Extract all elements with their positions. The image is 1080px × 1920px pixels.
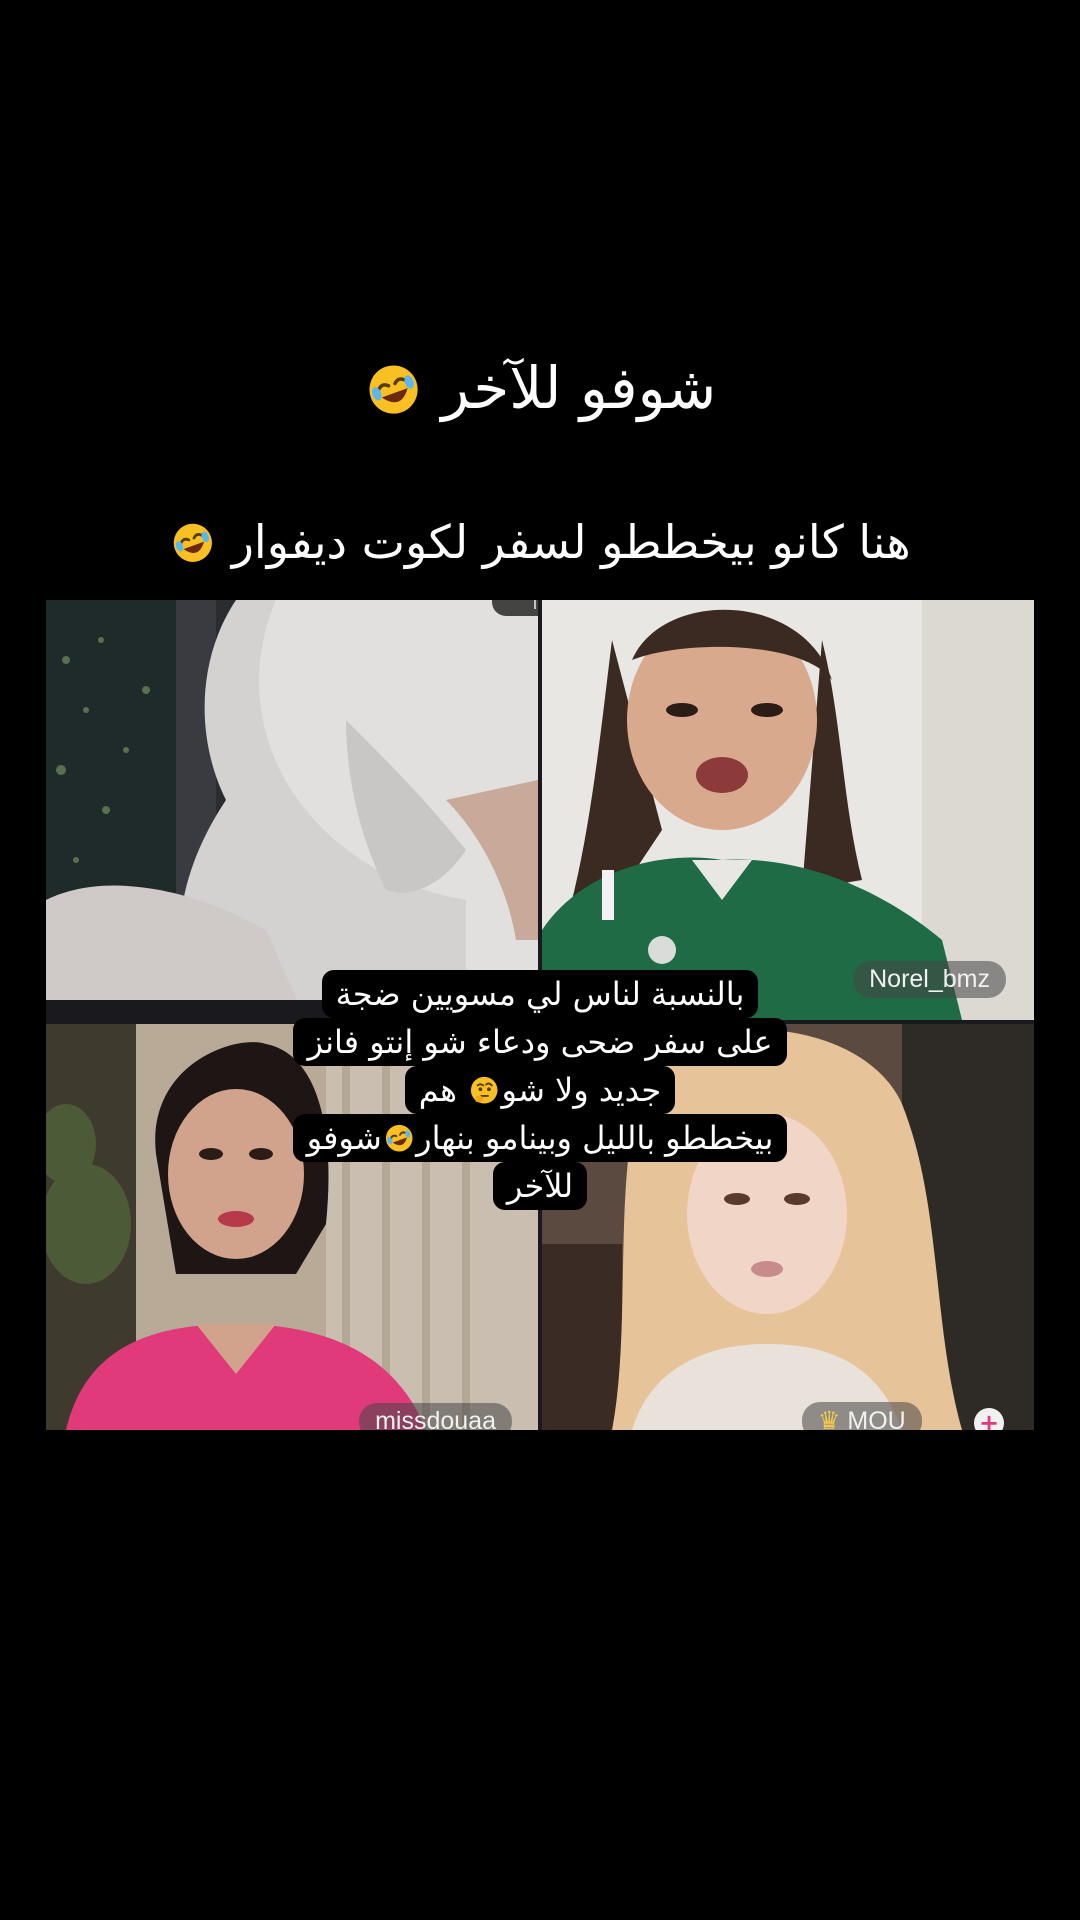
caption-line: بالنسبة لناس لي مسويين ضجة (321, 970, 759, 1018)
headline-text: شوفو للآخر (441, 354, 717, 422)
subhead: هنا كانو بيخططو لسفر لكوت ديفوار (0, 507, 1080, 577)
green-jersey-scene (542, 600, 1034, 1020)
caption-line: جديد ولا شو هم (404, 1066, 676, 1114)
caption-line-suffix: هم (418, 1071, 457, 1109)
add-icon[interactable]: + (974, 1408, 1004, 1430)
caption-line: على سفر ضحى ودعاء شو إنتو فانز (293, 1018, 787, 1066)
rolling-laughing-emoji-icon (174, 523, 213, 563)
participant-name-tag: Norel_bmz (853, 961, 1006, 998)
subhead-text: هنا كانو بيخططو لسفر لكوت ديفوار (231, 515, 911, 569)
participant-name: MOU (847, 1407, 906, 1430)
headline: شوفو للآخر (0, 348, 1080, 428)
caption-line: للآخر (492, 1162, 588, 1210)
video-tile-1[interactable]: ııı (46, 600, 538, 1020)
crown-icon: ♛ (818, 1407, 841, 1430)
drag-handle[interactable]: ııı (492, 600, 538, 616)
thinking-emoji-icon (471, 1077, 498, 1104)
participant-name-tag: ♛ MOU (802, 1402, 922, 1430)
rolling-laughing-emoji-icon (369, 365, 418, 414)
caption-overlay: بالنسبة لناس لي مسويين ضجة على سفر ضحى و… (240, 970, 840, 1210)
video-tile-2[interactable]: Norel_bmz (542, 600, 1034, 1020)
caption-line-suffix: شوفو (306, 1119, 382, 1157)
rolling-laughing-emoji-icon (385, 1125, 413, 1152)
participant-name-tag: missdouaa (359, 1403, 512, 1430)
caption-line-text: بيخططو بالليل وبينامو بنهار (416, 1119, 774, 1157)
caption-line-text: جديد ولا شو (501, 1071, 662, 1109)
caption-line: بيخططو بالليل وبينامو بنهار شوفو (292, 1114, 788, 1162)
hijab-profile-scene (46, 600, 538, 1020)
